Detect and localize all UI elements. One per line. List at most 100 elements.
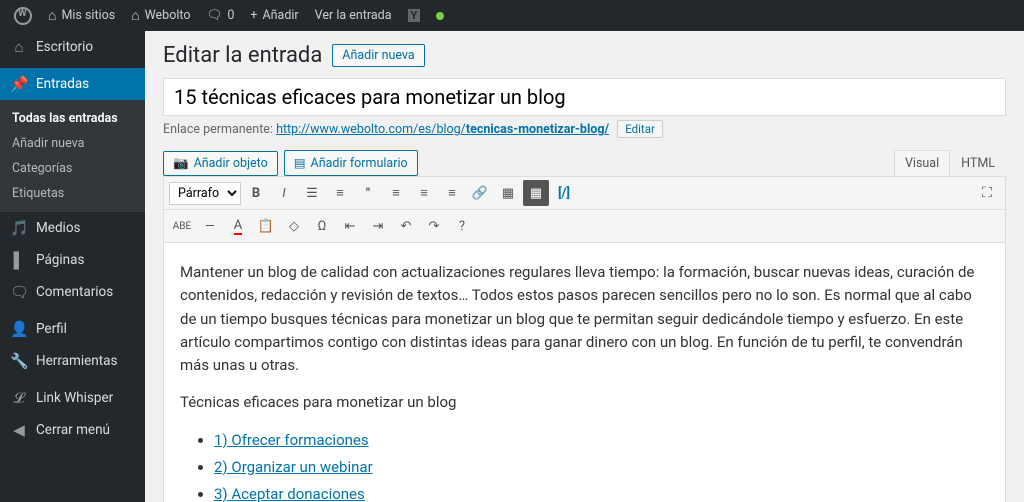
add-label: Añadir (262, 8, 298, 23)
redo-button[interactable]: ↷ (421, 213, 447, 239)
paste-button[interactable]: 📋 (253, 213, 279, 239)
help-button[interactable]: ? (449, 213, 475, 239)
add-new[interactable]: + Añadir (242, 8, 306, 23)
pin-icon: 📌 (10, 75, 28, 93)
indent-button[interactable]: ⇥ (365, 213, 391, 239)
clear-button[interactable]: ◇ (281, 213, 307, 239)
shortcode-button[interactable]: [/] (551, 180, 577, 206)
yoast-icon: Y (408, 9, 421, 22)
add-form-button[interactable]: ▤ Añadir formulario (284, 150, 418, 176)
permalink-link[interactable]: http://www.webolto.com/es/blog/tecnicas-… (276, 122, 609, 137)
add-media-button[interactable]: 📷Añadir objeto (163, 151, 278, 176)
submenu-all-posts[interactable]: Todas las entradas (0, 106, 145, 131)
sidebar-item-posts[interactable]: 📌 Entradas (0, 68, 145, 100)
content-paragraph: Mantener un blog de calidad con actualiz… (180, 261, 989, 377)
sidebar-item-media[interactable]: 🎵 Medios (0, 212, 145, 244)
italic-button[interactable]: I (271, 180, 297, 206)
content-list: 1) Ofrecer formaciones 2) Organizar un w… (180, 429, 989, 502)
sidebar-submenu-posts: Todas las entradas Añadir nueva Categorí… (0, 100, 145, 212)
add-form-label: Añadir formulario (311, 156, 408, 171)
link-button[interactable]: 🔗 (467, 180, 493, 206)
submenu-tags[interactable]: Etiquetas (0, 181, 145, 206)
camera-icon: 📷 (173, 156, 189, 171)
tab-visual[interactable]: Visual (894, 150, 950, 176)
fullscreen-button[interactable]: ⛶ (974, 180, 1000, 206)
undo-button[interactable]: ↶ (393, 213, 419, 239)
list-item[interactable]: 2) Organizar un webinar (214, 456, 989, 479)
permalink-row: Enlace permanente: http://www.webolto.co… (163, 120, 1006, 138)
admin-toolbar: ⌂Mis sitios ⌂Webolto 🗨0 +Añadir Ver la e… (0, 0, 1024, 31)
permalink-base: http://www.webolto.com/es/blog/ (276, 122, 466, 137)
ul-button[interactable]: ☰ (299, 180, 325, 206)
sidebar-label: Entradas (36, 76, 89, 92)
toolbar-toggle-button[interactable]: ▦ (523, 180, 549, 206)
editor-toolbar-2: ABE — A 📋 ◇ Ω ⇤ ⇥ ↶ ↷ ? (164, 210, 1005, 243)
tab-html[interactable]: HTML (950, 150, 1006, 176)
collapse-icon: ◀ (10, 421, 28, 439)
sidebar-label: Páginas (36, 252, 84, 268)
comments-icon: 🗨 (10, 283, 28, 301)
sidebar-item-dashboard[interactable]: ⌂ Escritorio (0, 31, 145, 63)
editor-content[interactable]: Mantener un blog de calidad con actualiz… (164, 243, 1005, 502)
dashboard-icon: ⌂ (10, 38, 28, 56)
comments-link[interactable]: 🗨0 (198, 8, 242, 23)
submenu-categories[interactable]: Categorías (0, 156, 145, 181)
sidebar-item-tools[interactable]: 🔧Herramientas (0, 345, 145, 377)
home-icon: ⌂ (131, 7, 139, 24)
editor-container: Párrafo B I ☰ ≡ " ≡ ≡ ≡ 🔗 ▦ ▦ [/] ⛶ ABE … (163, 176, 1006, 502)
add-new-button[interactable]: Añadir nueva (332, 44, 424, 67)
content-subtitle: Técnicas eficaces para monetizar un blog (180, 391, 989, 414)
hr-button[interactable]: — (197, 213, 223, 239)
plus-icon: + (250, 8, 257, 23)
wp-logo-menu[interactable] (6, 7, 40, 25)
sidebar-label: Comentarios (36, 284, 113, 300)
my-sites[interactable]: ⌂ Mis sitios (40, 7, 123, 24)
post-title-input[interactable] (163, 78, 1006, 116)
view-label: Ver la entrada (315, 8, 392, 23)
submenu-add-new[interactable]: Añadir nueva (0, 131, 145, 156)
format-select[interactable]: Párrafo (169, 182, 241, 205)
page-heading: Editar la entrada (163, 43, 322, 68)
site-name-label: Webolto (145, 8, 191, 23)
status-icon (436, 12, 444, 20)
bold-button[interactable]: B (243, 180, 269, 206)
main-content: Editar la entrada Añadir nueva Enlace pe… (145, 31, 1024, 502)
media-icon: 🎵 (10, 219, 28, 237)
ol-button[interactable]: ≡ (327, 180, 353, 206)
align-center-button[interactable]: ≡ (411, 180, 437, 206)
sidebar-label: Medios (36, 220, 81, 236)
textcolor-button[interactable]: A (225, 213, 251, 239)
align-left-button[interactable]: ≡ (383, 180, 409, 206)
strikethrough-button[interactable]: ABE (169, 213, 195, 239)
comment-icon: 🗨 (206, 8, 222, 23)
home-icon: ⌂ (48, 7, 56, 24)
list-item[interactable]: 3) Aceptar donaciones (214, 483, 989, 502)
comments-count: 0 (227, 8, 234, 23)
quote-button[interactable]: " (355, 180, 381, 206)
outdent-button[interactable]: ⇤ (337, 213, 363, 239)
align-right-button[interactable]: ≡ (439, 180, 465, 206)
special-char-button[interactable]: Ω (309, 213, 335, 239)
my-sites-label: Mis sitios (61, 8, 115, 23)
sidebar-item-profile[interactable]: 👤Perfil (0, 313, 145, 345)
form-icon: ▤ (294, 155, 306, 171)
permalink-label: Enlace permanente: (163, 122, 273, 137)
list-item[interactable]: 1) Ofrecer formaciones (214, 429, 989, 452)
permalink-slug: tecnicas-monetizar-blog/ (466, 122, 609, 137)
more-button[interactable]: ▦ (495, 180, 521, 206)
sidebar-label: Escritorio (36, 39, 93, 55)
status-dot (428, 12, 452, 20)
view-post[interactable]: Ver la entrada (307, 8, 400, 23)
sidebar-label: Link Whisper (36, 390, 113, 406)
sidebar-item-pages[interactable]: ▌ Páginas (0, 244, 145, 276)
pages-icon: ▌ (10, 251, 28, 269)
sidebar-item-comments[interactable]: 🗨 Comentarios (0, 276, 145, 308)
sidebar-item-linkwhisper[interactable]: 𝓛 Link Whisper (0, 382, 145, 414)
site-link[interactable]: ⌂ Webolto (123, 7, 198, 24)
edit-slug-button[interactable]: Editar (617, 120, 663, 138)
sidebar-label: Cerrar menú (36, 422, 110, 438)
sidebar-collapse[interactable]: ◀ Cerrar menú (0, 414, 145, 446)
yoast-menu[interactable]: Y (400, 9, 429, 22)
link-icon: 𝓛 (10, 389, 28, 407)
wrench-icon: 🔧 (10, 352, 28, 370)
